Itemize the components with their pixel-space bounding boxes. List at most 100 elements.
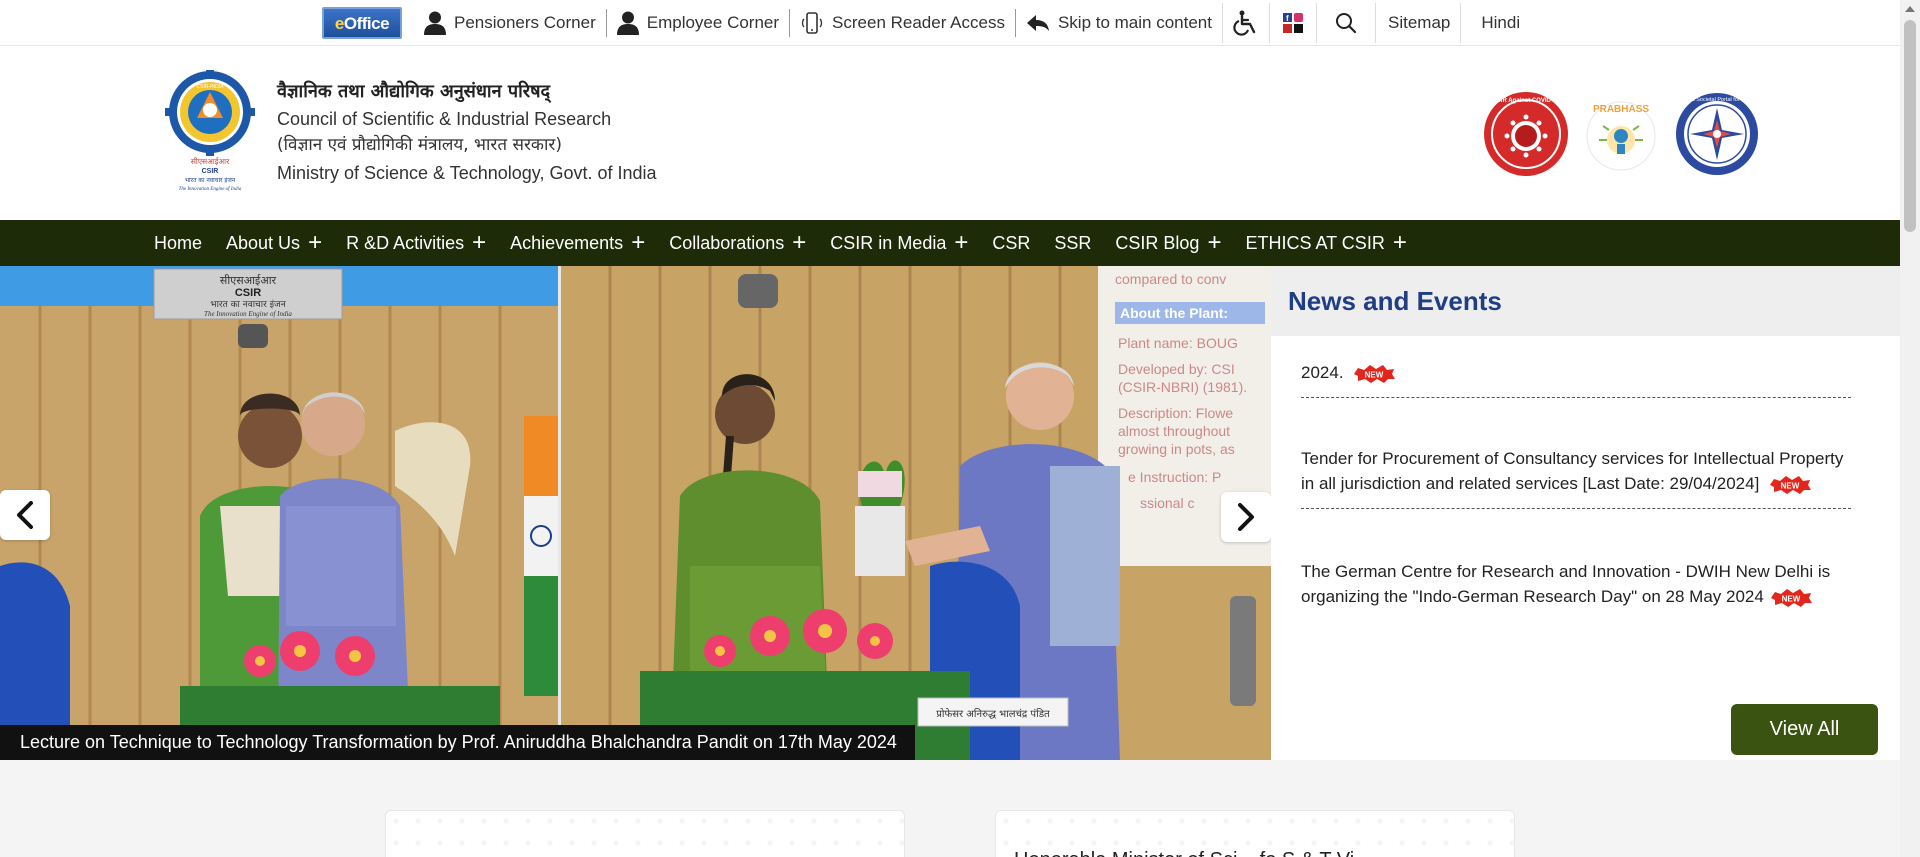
user-icon	[424, 11, 446, 35]
org-title-english: Council of Scientific & Industrial Resea…	[277, 109, 612, 129]
social-media-button[interactable]: f	[1270, 0, 1316, 46]
nav-item-label: Home	[154, 232, 203, 253]
screen-text-line: Description: Flowe	[1118, 405, 1233, 421]
eoffice-logo-link[interactable]: eOffice	[322, 7, 402, 39]
nav-item-label: About Us	[226, 232, 301, 253]
expand-plus-icon[interactable]: +	[1393, 231, 1407, 255]
expand-plus-icon[interactable]: +	[472, 231, 486, 255]
screen-text-line: (CSIR-NBRI) (1981).	[1118, 379, 1247, 395]
nav-item-label: ETHICS AT CSIR	[1245, 232, 1385, 253]
hindi-language-link[interactable]: Hindi	[1461, 13, 1530, 33]
search-icon	[1335, 13, 1357, 34]
logo-english-text: CSIR	[202, 168, 219, 175]
expand-plus-icon[interactable]: +	[954, 231, 968, 255]
page-scrollbar[interactable]	[1900, 0, 1920, 857]
nav-item-collaborations[interactable]: Collaborations +	[657, 220, 818, 266]
nav-item-csir-in-media[interactable]: CSIR in Media +	[818, 220, 980, 266]
nav-item-about-us[interactable]: About Us +	[214, 220, 334, 266]
logo-hindi-text: सीएसआईआर	[191, 157, 230, 166]
nav-item-label: CSIR Blog	[1115, 232, 1200, 253]
nav-item-label: CSIR in Media	[830, 232, 947, 253]
news-item[interactable]: Tender for Procurement of Consultancy se…	[1301, 446, 1851, 509]
scrollbar-thumb[interactable]	[1904, 20, 1916, 232]
nav-item-label: Achievements	[510, 232, 624, 253]
slider-caption[interactable]: Lecture on Technique to Technology Trans…	[0, 725, 915, 760]
new-badge-icon: NEW	[1354, 364, 1396, 383]
societal-portal-badge[interactable]: CSIR's Societal Portal for Public	[1674, 90, 1760, 178]
screen-text-line: e Instruction: P	[1128, 469, 1221, 485]
chevron-right-icon	[1238, 503, 1254, 531]
prabhass-badge[interactable]: PRABHASS	[1584, 90, 1658, 178]
screen-text-line: almost throughout	[1118, 423, 1230, 439]
user-icon	[616, 11, 639, 35]
chevron-left-icon	[17, 501, 33, 529]
scroll-up-arrow-icon[interactable]	[1905, 6, 1915, 12]
screen-text-line: growing in pots, as	[1118, 441, 1235, 457]
nav-item-r-d-activities[interactable]: R &D Activities +	[334, 220, 498, 266]
expand-plus-icon[interactable]: +	[1207, 231, 1221, 255]
slider-prev-button[interactable]	[0, 490, 50, 540]
news-and-events-panel: News and Events 2024. NEW Tender for Pro…	[1271, 266, 1900, 760]
covid-badge[interactable]: CSIR Against COVID-19	[1482, 90, 1570, 178]
reply-arrow-icon	[1026, 15, 1049, 31]
accessibility-button[interactable]	[1223, 0, 1269, 46]
slider-next-button[interactable]	[1221, 492, 1271, 542]
screen-text-line: Developed by: CSI	[1118, 361, 1235, 377]
nav-item-csr[interactable]: CSR	[980, 220, 1042, 266]
wheelchair-icon	[1233, 10, 1256, 36]
new-badge-icon: NEW	[1770, 475, 1812, 494]
new-badge-icon: NEW	[1770, 588, 1812, 607]
view-all-button[interactable]: View All	[1731, 704, 1878, 755]
plaque-tagline: The Innovation Engine of India	[204, 310, 292, 318]
csir-logo[interactable]: CSIR-INDIA सीएसआईआर CSIR भारत का नवाचार …	[165, 70, 255, 196]
skip-to-main-content-label: Skip to main content	[1057, 13, 1212, 32]
card-title: Honorable Minister of Sci... fo S & T Vi…	[1014, 849, 1371, 857]
nav-item-label: CSR	[992, 232, 1031, 253]
plaque-hindi-tagline: भारत का नवाचार इंजन	[210, 299, 286, 310]
screen-reader-access-link[interactable]: Screen Reader Access	[790, 8, 1015, 38]
search-button[interactable]	[1317, 0, 1375, 46]
expand-plus-icon[interactable]: +	[631, 231, 645, 255]
skip-to-main-content-link[interactable]: Skip to main content	[1016, 8, 1222, 38]
nav-item-achievements[interactable]: Achievements +	[498, 220, 657, 266]
screen-text-line: About the Plant:	[1120, 305, 1228, 321]
main-nav-list: Home About Us + R &D Activities + Achievement…	[142, 220, 1419, 266]
portal-badge-text: CSIR's Societal Portal for Public	[1678, 97, 1757, 103]
prabhass-badge-text: PRABHASS	[1593, 104, 1649, 115]
screen-text-line: Plant name: BOUG	[1118, 335, 1238, 351]
sitemap-link[interactable]: Sitemap	[1376, 13, 1460, 33]
news-title: News and Events	[1288, 285, 1502, 316]
hero-slider: सीएसआईआर CSIR भारत का नवाचार इंजन The In…	[0, 266, 1271, 760]
logo-tagline: The Innovation Engine of India	[179, 187, 242, 192]
nav-item-ssr[interactable]: SSR	[1042, 220, 1103, 266]
nav-item-label: Collaborations	[669, 232, 785, 253]
news-item[interactable]: 2024. NEW	[1301, 360, 1851, 398]
news-item[interactable]: The German Centre for Research and Innov…	[1301, 559, 1851, 621]
logo-hindi-tagline: भारत का नवाचार इंजन	[185, 177, 236, 184]
news-item-text: The German Centre for Research and Innov…	[1301, 562, 1831, 606]
employee-corner-link[interactable]: Employee Corner	[607, 8, 789, 38]
covid-badge-text: CSIR Against COVID-19	[1492, 98, 1560, 104]
top-utility-bar: eOffice Pensioners Corner Employee Corne…	[0, 0, 1900, 46]
pensioners-corner-label: Pensioners Corner	[454, 13, 596, 32]
new-badge-text: NEW	[1365, 370, 1384, 379]
employee-corner-label: Employee Corner	[646, 13, 780, 32]
org-subtitle-hindi: (विज्ञान एवं प्रौद्योगिकी मंत्रालय, भारत…	[277, 135, 562, 155]
expand-plus-icon[interactable]: +	[792, 231, 806, 255]
slider-photo: सीएसआईआर CSIR भारत का नवाचार इंजन The In…	[0, 266, 1271, 760]
logo-ring-text: CSIR-INDIA	[197, 84, 225, 90]
svg-text:f: f	[1286, 14, 1289, 23]
content-card	[385, 810, 905, 857]
nav-item-home[interactable]: Home	[142, 220, 214, 266]
news-header: News and Events	[1271, 266, 1900, 336]
main-navigation: Home About Us + R &D Activities + Achievement…	[0, 220, 1900, 266]
nav-item-csir-blog[interactable]: CSIR Blog +	[1103, 220, 1233, 266]
nav-item-ethics-at-csir[interactable]: ETHICS AT CSIR +	[1233, 220, 1418, 266]
content-card: Honorable Minister of Sci... fo S & T Vi…	[995, 810, 1515, 857]
organisation-titles: वैज्ञानिक तथा औद्योगिक अनुसंधान परिषद् C…	[277, 78, 657, 188]
screen-reader-access-label: Screen Reader Access	[832, 13, 1005, 32]
expand-plus-icon[interactable]: +	[308, 231, 322, 255]
nav-item-label: R &D Activities	[346, 232, 465, 253]
plaque-english: CSIR	[235, 287, 261, 299]
pensioners-corner-link[interactable]: Pensioners Corner	[414, 8, 606, 38]
